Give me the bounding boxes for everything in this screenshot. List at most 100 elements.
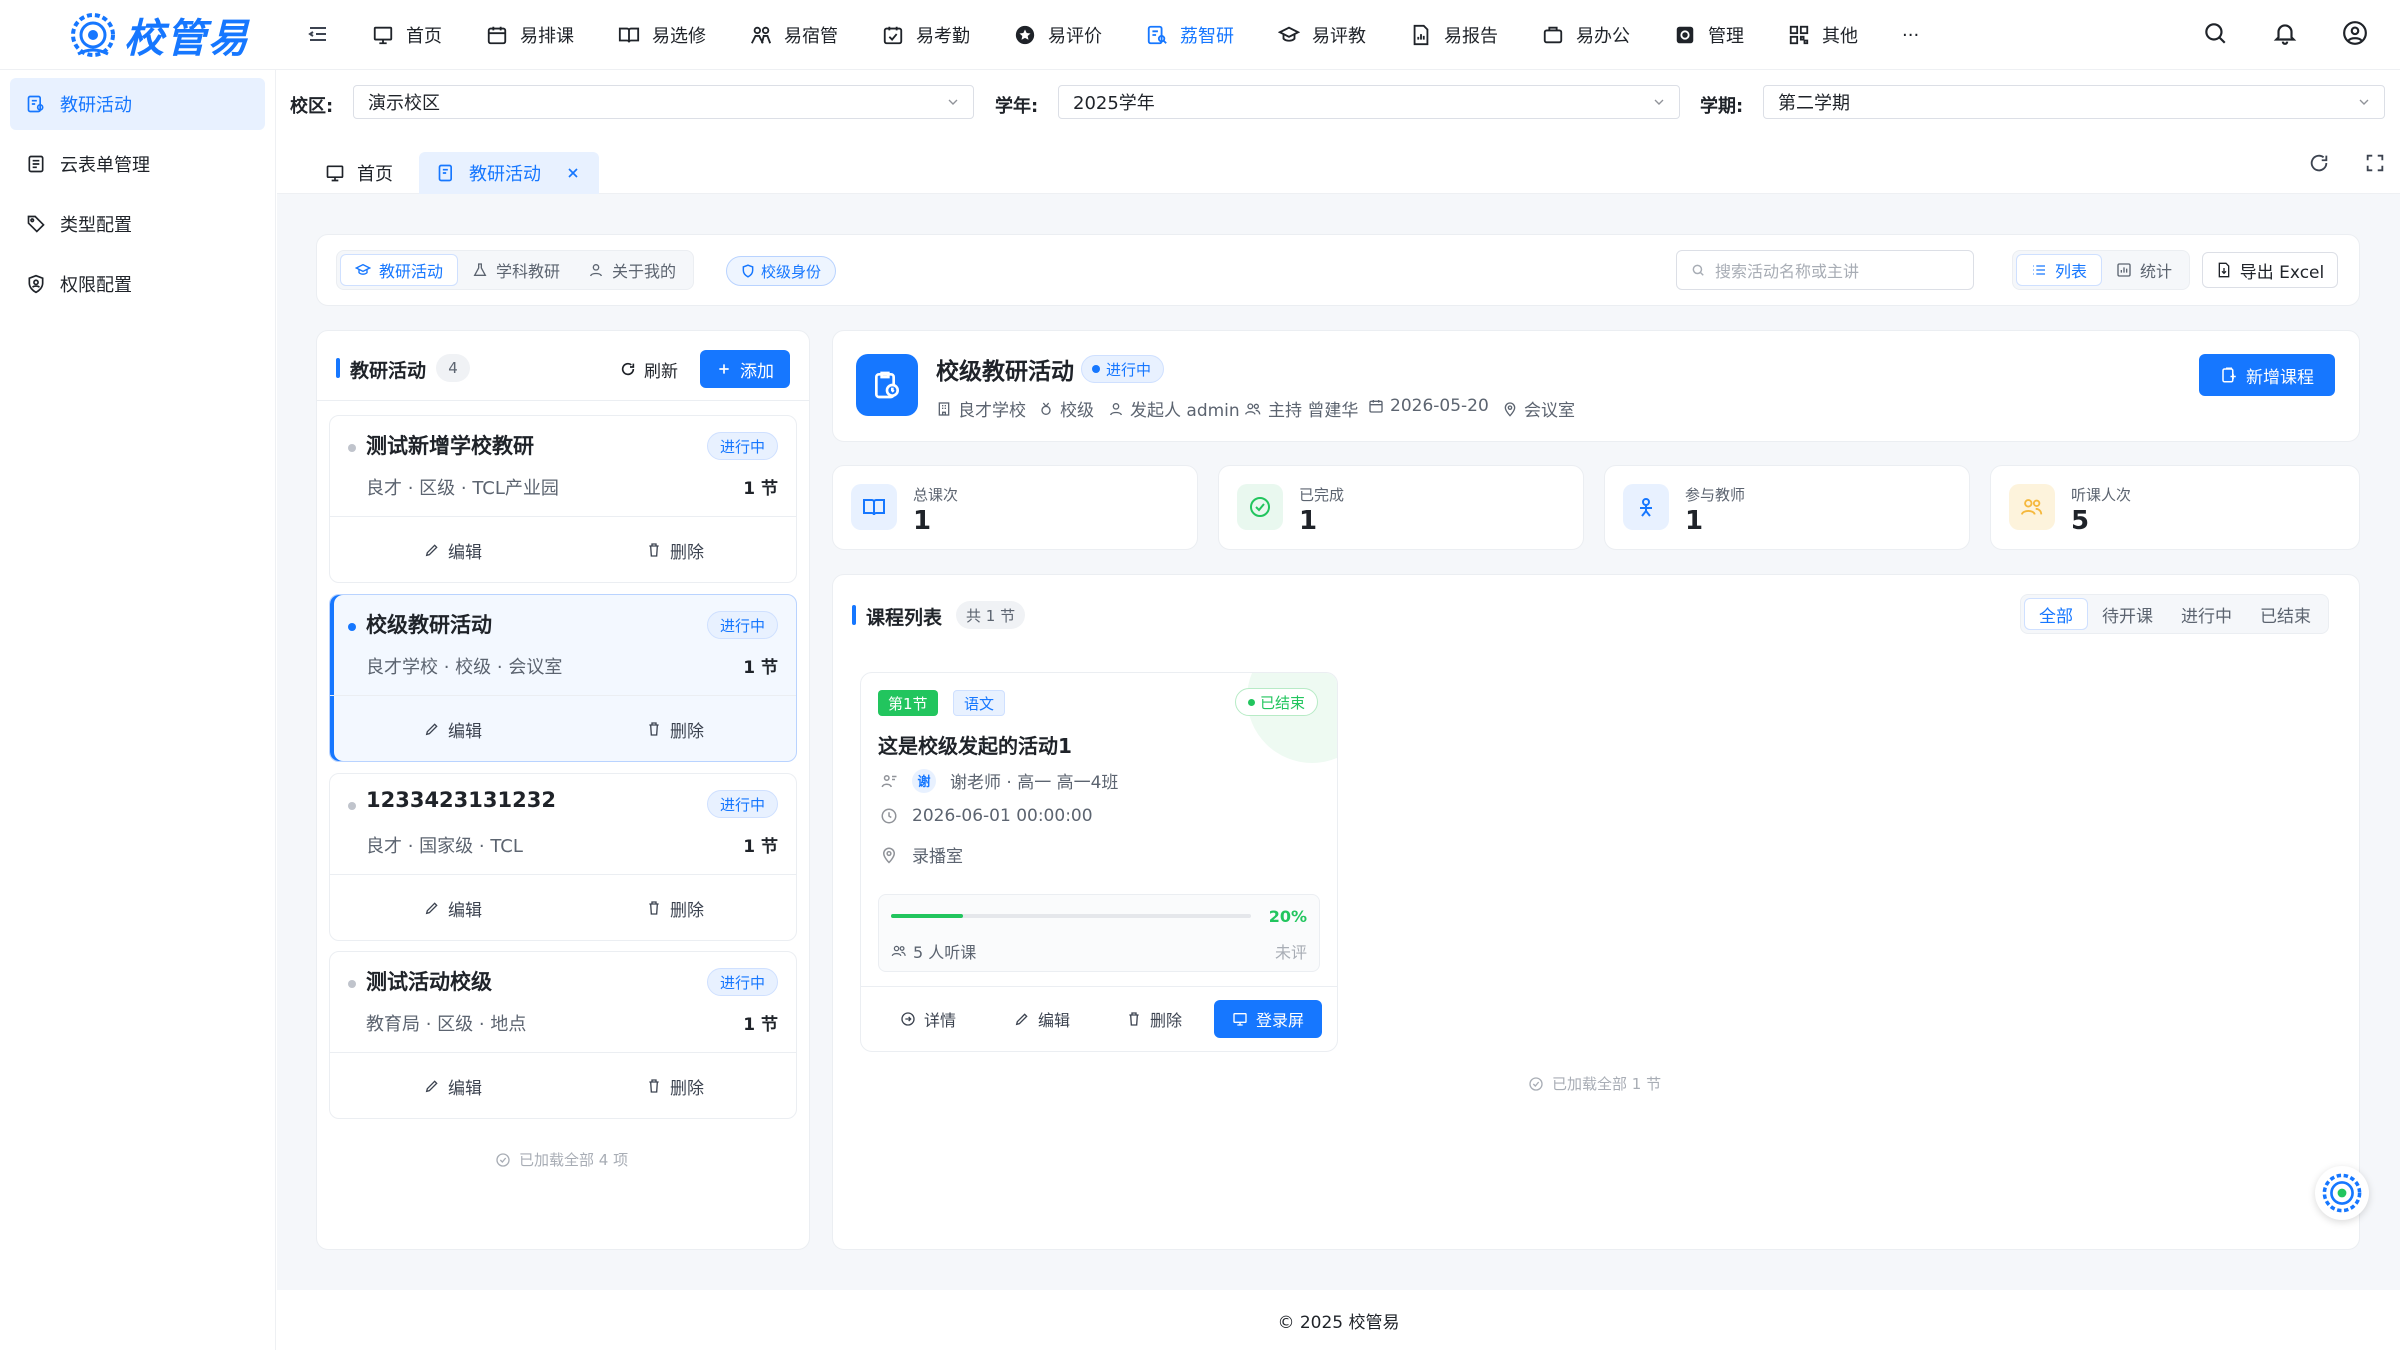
user-avatar-icon[interactable] <box>2342 20 2368 46</box>
users-icon <box>1244 401 1262 417</box>
edit-label: 编辑 <box>448 900 482 921</box>
course-detail-button[interactable]: 详情 <box>900 1001 956 1037</box>
course-edit-button[interactable]: 编辑 <box>1014 1001 1070 1037</box>
teacher-avatar: 谢 <box>912 768 936 793</box>
sidebar-item-cloud-form[interactable]: 云表单管理 <box>10 138 265 190</box>
chevron-down-icon <box>1651 94 1667 110</box>
delete-button[interactable]: 删除 <box>646 709 704 749</box>
tab-home[interactable]: 首页 <box>307 152 411 194</box>
tag-icon <box>26 214 46 234</box>
nav-label: 易排课 <box>520 26 574 47</box>
nav-item-other[interactable]: 其他 <box>1788 0 1858 70</box>
seg-subject-research[interactable]: 学科教研 <box>458 254 574 286</box>
seg-label: 关于我的 <box>612 262 677 281</box>
edit-button[interactable]: 编辑 <box>424 1066 482 1106</box>
sidebar-item-permission[interactable]: 权限配置 <box>10 258 265 310</box>
meta-host-text: 主持 曾建华 <box>1268 401 1359 421</box>
edit-button[interactable]: 编辑 <box>424 530 482 570</box>
check-circle-icon <box>1237 484 1283 530</box>
brand-logo[interactable]: 校管易 <box>68 4 250 66</box>
edit-button[interactable]: 编辑 <box>424 888 482 928</box>
view-stats-button[interactable]: 统计 <box>2102 254 2186 286</box>
gear-icon <box>1674 24 1696 46</box>
activity-card[interactable]: 测试新增学校教研 进行中 良才 · 区级 · TCL产业园 1 节 编辑 删除 <box>329 415 797 583</box>
bell-icon[interactable] <box>2272 20 2298 46</box>
nav-item-attendance[interactable]: 易考勤 <box>882 0 970 70</box>
nav-item-teach-eval[interactable]: 易评教 <box>1278 0 1366 70</box>
seg-research-activity[interactable]: 教研活动 <box>340 254 459 286</box>
add-activity-button[interactable]: 添加 <box>700 350 790 388</box>
nav-item-schedule[interactable]: 易排课 <box>486 0 574 70</box>
term-select[interactable]: 第二学期 <box>1763 85 2385 119</box>
report-icon <box>1410 24 1432 46</box>
export-excel-button[interactable]: 导出 Excel <box>2202 252 2338 288</box>
term-label: 学期: <box>1700 96 1744 117</box>
seg-about-me[interactable]: 关于我的 <box>574 254 690 286</box>
course-list-title: 课程列表 <box>866 607 943 629</box>
nav-item-office[interactable]: 易办公 <box>1542 0 1630 70</box>
course-delete-button[interactable]: 删除 <box>1126 1001 1182 1037</box>
activity-avatar <box>856 354 918 416</box>
tab-research-activity[interactable]: 教研活动 <box>419 152 599 194</box>
nav-item-report[interactable]: 易报告 <box>1410 0 1498 70</box>
filter-all[interactable]: 全部 <box>2024 598 2088 630</box>
meta-level: 校级 <box>1038 396 1094 421</box>
status-dot <box>348 980 356 988</box>
view-list-button[interactable]: 列表 <box>2016 254 2103 286</box>
campus-value: 演示校区 <box>368 93 440 114</box>
refresh-icon[interactable] <box>2308 152 2330 174</box>
users-icon <box>891 943 907 959</box>
delete-label: 删除 <box>670 900 704 921</box>
list-count-badge: 4 <box>436 354 470 382</box>
nav-item-home[interactable]: 首页 <box>372 0 442 70</box>
lesson-count: 1 节 <box>743 1015 778 1035</box>
new-course-button[interactable]: 新增课程 <box>2199 354 2335 396</box>
activity-card-selected[interactable]: 校级教研活动 进行中 良才学校 · 校级 · 会议室 1 节 编辑 删除 <box>329 594 797 762</box>
list-title: 教研活动 <box>350 360 427 382</box>
filter-upcoming[interactable]: 待开课 <box>2088 598 2167 630</box>
menu-collapse-icon[interactable] <box>306 22 330 46</box>
edit-button[interactable]: 编辑 <box>424 709 482 749</box>
delete-button[interactable]: 删除 <box>646 888 704 928</box>
identity-badge[interactable]: 校级身份 <box>726 256 837 286</box>
fullscreen-icon[interactable] <box>2364 152 2386 174</box>
nav-item-admin[interactable]: 管理 <box>1674 0 1744 70</box>
delete-button[interactable]: 删除 <box>646 1066 704 1106</box>
nav-item-evaluation[interactable]: 易评价 <box>1014 0 1102 70</box>
status-dot <box>348 802 356 810</box>
calendar-icon <box>1368 398 1384 414</box>
sidebar-item-label: 权限配置 <box>60 275 132 296</box>
assistant-float-button[interactable] <box>2315 1166 2369 1220</box>
login-screen-button[interactable]: 登录屏 <box>1214 1000 1322 1038</box>
star-icon <box>1014 24 1036 46</box>
filter-ongoing[interactable]: 进行中 <box>2167 598 2246 630</box>
user-icon <box>1108 401 1124 417</box>
refresh-button[interactable]: 刷新 <box>620 352 678 386</box>
divider <box>316 400 810 401</box>
nav-more[interactable]: ··· <box>1902 0 1919 70</box>
activity-card[interactable]: 测试活动校级 进行中 教育局 · 区级 · 地点 1 节 编辑 删除 <box>329 951 797 1119</box>
year-select[interactable]: 2025学年 <box>1058 85 1680 119</box>
activity-search-input[interactable]: 搜索活动名称或主讲 <box>1676 250 1974 290</box>
delete-button[interactable]: 删除 <box>646 530 704 570</box>
sidebar-item-research-activity[interactable]: 教研活动 <box>10 78 265 130</box>
nav-item-dorm[interactable]: 易宿管 <box>750 0 838 70</box>
meta-place-text: 会议室 <box>1524 401 1575 421</box>
status-badge: 进行中 <box>1081 355 1165 383</box>
campus-select[interactable]: 演示校区 <box>353 85 974 119</box>
course-title: 这是校级发起的活动1 <box>878 734 1072 758</box>
filter-ended[interactable]: 已结束 <box>2246 598 2325 630</box>
tab-label: 首页 <box>357 164 393 185</box>
delete-label: 删除 <box>670 1078 704 1099</box>
nav-label: 易办公 <box>1576 26 1630 47</box>
detail-title: 校级教研活动 <box>936 359 1074 385</box>
activity-card[interactable]: 1233423131232 进行中 良才 · 国家级 · TCL 1 节 编辑 … <box>329 773 797 941</box>
sidebar-item-type-config[interactable]: 类型配置 <box>10 198 265 250</box>
nav-item-research[interactable]: 荔智研 <box>1146 0 1234 70</box>
search-icon[interactable] <box>2202 20 2228 46</box>
nav-item-elective[interactable]: 易选修 <box>618 0 706 70</box>
clock-icon <box>880 807 898 825</box>
close-icon[interactable] <box>565 165 581 181</box>
location-pin-icon <box>1502 401 1518 417</box>
listeners-text: 5 人听课 <box>913 943 977 962</box>
